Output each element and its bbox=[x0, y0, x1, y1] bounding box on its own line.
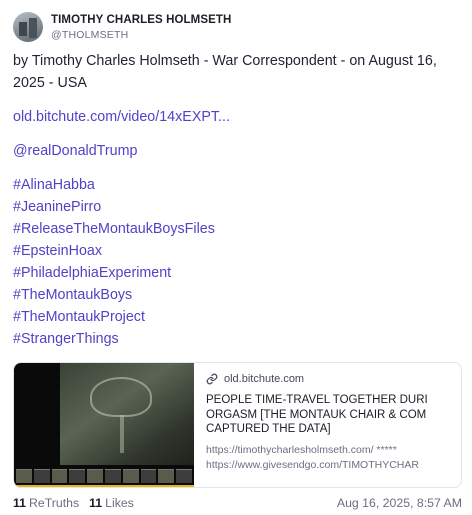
link-icon bbox=[206, 373, 218, 385]
thumbnail-frame bbox=[60, 363, 194, 465]
hashtag-link[interactable]: #JeaninePirro bbox=[13, 196, 463, 218]
author-display-name[interactable]: TIMOTHY CHARLES HOLMSETH bbox=[51, 14, 231, 26]
mention-link[interactable]: @realDonaldTrump bbox=[13, 140, 463, 162]
post-footer: 11 ReTruths 11 Likes Aug 16, 2025, 8:57 … bbox=[13, 496, 462, 510]
likes-label: Likes bbox=[105, 496, 134, 510]
retruths-label: ReTruths bbox=[29, 496, 80, 510]
card-description-line: https://timothycharlesholmseth.com/ ****… bbox=[206, 443, 397, 456]
video-thumbnail[interactable] bbox=[14, 363, 194, 487]
card-title-line: PEOPLE TIME-TRAVEL TOGETHER DURI bbox=[206, 394, 428, 406]
author-handle[interactable]: @THOLMSETH bbox=[51, 29, 231, 41]
card-title[interactable]: PEOPLE TIME-TRAVEL TOGETHER DURI ORGASM … bbox=[206, 393, 451, 437]
card-title-line: ORGASM [THE MONTAUK CHAIR & COM bbox=[206, 408, 427, 421]
likes-count: 11 bbox=[89, 496, 103, 510]
post-header: TIMOTHY CHARLES HOLMSETH @THOLMSETH bbox=[13, 10, 231, 44]
antenna-pole-shape bbox=[120, 415, 124, 453]
hashtag-link[interactable]: #EpsteinHoax bbox=[13, 240, 463, 262]
video-link[interactable]: old.bitchute.com/video/14xEXPT... bbox=[13, 106, 463, 128]
card-description-line: https://www.givesendgo.com/TIMOTHYCHAR bbox=[206, 458, 419, 471]
avatar[interactable] bbox=[13, 12, 43, 42]
hashtag-link[interactable]: #ReleaseTheMontaukBoysFiles bbox=[13, 218, 463, 240]
card-title-line: CAPTURED THE DATA] bbox=[206, 423, 331, 435]
hashtag-link[interactable]: #StrangerThings bbox=[13, 328, 463, 350]
card-domain: old.bitchute.com bbox=[224, 373, 305, 385]
post-body: by Timothy Charles Holmseth - War Corres… bbox=[13, 50, 463, 350]
antenna-dish-shape bbox=[90, 377, 152, 417]
card-description: https://timothycharlesholmseth.com/ ****… bbox=[206, 443, 451, 473]
hashtag-link[interactable]: #PhiladelphiaExperiment bbox=[13, 262, 463, 284]
hashtag-link[interactable]: #AlinaHabba bbox=[13, 174, 463, 196]
retruths-count: 11 bbox=[13, 496, 26, 510]
card-info[interactable]: old.bitchute.com PEOPLE TIME-TRAVEL TOGE… bbox=[194, 363, 461, 487]
hashtag-link[interactable]: #TheMontaukBoys bbox=[13, 284, 463, 306]
post-intro-text: by Timothy Charles Holmseth - War Corres… bbox=[13, 53, 437, 91]
thumbnail-filmstrip bbox=[14, 469, 194, 483]
thumbnail-progress-bar bbox=[14, 485, 194, 487]
hashtag-link[interactable]: #TheMontaukProject bbox=[13, 306, 463, 328]
author-identity[interactable]: TIMOTHY CHARLES HOLMSETH @THOLMSETH bbox=[51, 14, 231, 41]
post-timestamp[interactable]: Aug 16, 2025, 8:57 AM bbox=[337, 496, 462, 510]
card-domain-row: old.bitchute.com bbox=[206, 373, 451, 385]
retruths-stat[interactable]: 11 ReTruths bbox=[13, 496, 79, 510]
link-preview-card[interactable]: old.bitchute.com PEOPLE TIME-TRAVEL TOGE… bbox=[13, 362, 462, 488]
likes-stat[interactable]: 11 Likes bbox=[89, 496, 134, 510]
